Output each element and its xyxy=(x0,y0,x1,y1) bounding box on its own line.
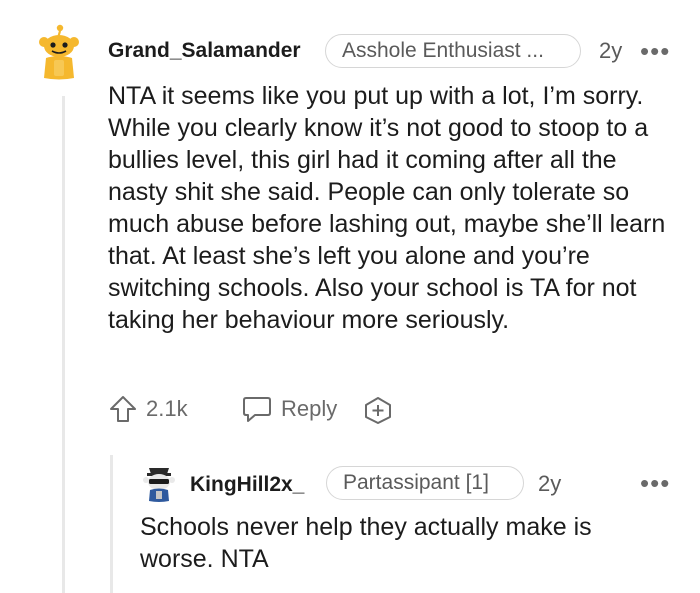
more-options-icon[interactable]: ••• xyxy=(640,470,670,496)
user-flair: Partassipant [1] xyxy=(326,466,524,500)
user-avatar[interactable] xyxy=(141,462,177,502)
upvote-icon[interactable] xyxy=(108,394,138,424)
snoo-avatar[interactable] xyxy=(36,22,82,80)
comment-body: Schools never help they actually make is… xyxy=(140,513,592,573)
user-flair: Asshole Enthusiast ... xyxy=(325,34,581,68)
reply-icon xyxy=(243,397,271,422)
award-button[interactable] xyxy=(362,395,394,425)
thread-line-main[interactable] xyxy=(62,96,65,593)
username[interactable]: KingHill2x_ xyxy=(190,473,304,497)
comment-age: 2y xyxy=(599,38,623,63)
reply-label: Reply xyxy=(281,396,338,421)
more-options-icon[interactable]: ••• xyxy=(640,38,670,64)
upvote-count: 2.1k xyxy=(146,396,188,421)
upvote-button[interactable]: 2.1k xyxy=(108,394,188,424)
comment-age: 2y xyxy=(538,471,562,496)
award-icon xyxy=(365,397,391,424)
reply-button[interactable]: Reply xyxy=(241,394,337,424)
thread-line-reply[interactable] xyxy=(110,455,113,593)
comment-body: NTA it seems like you put up with a lot,… xyxy=(108,82,666,334)
username[interactable]: Grand_Salamander xyxy=(108,39,301,63)
